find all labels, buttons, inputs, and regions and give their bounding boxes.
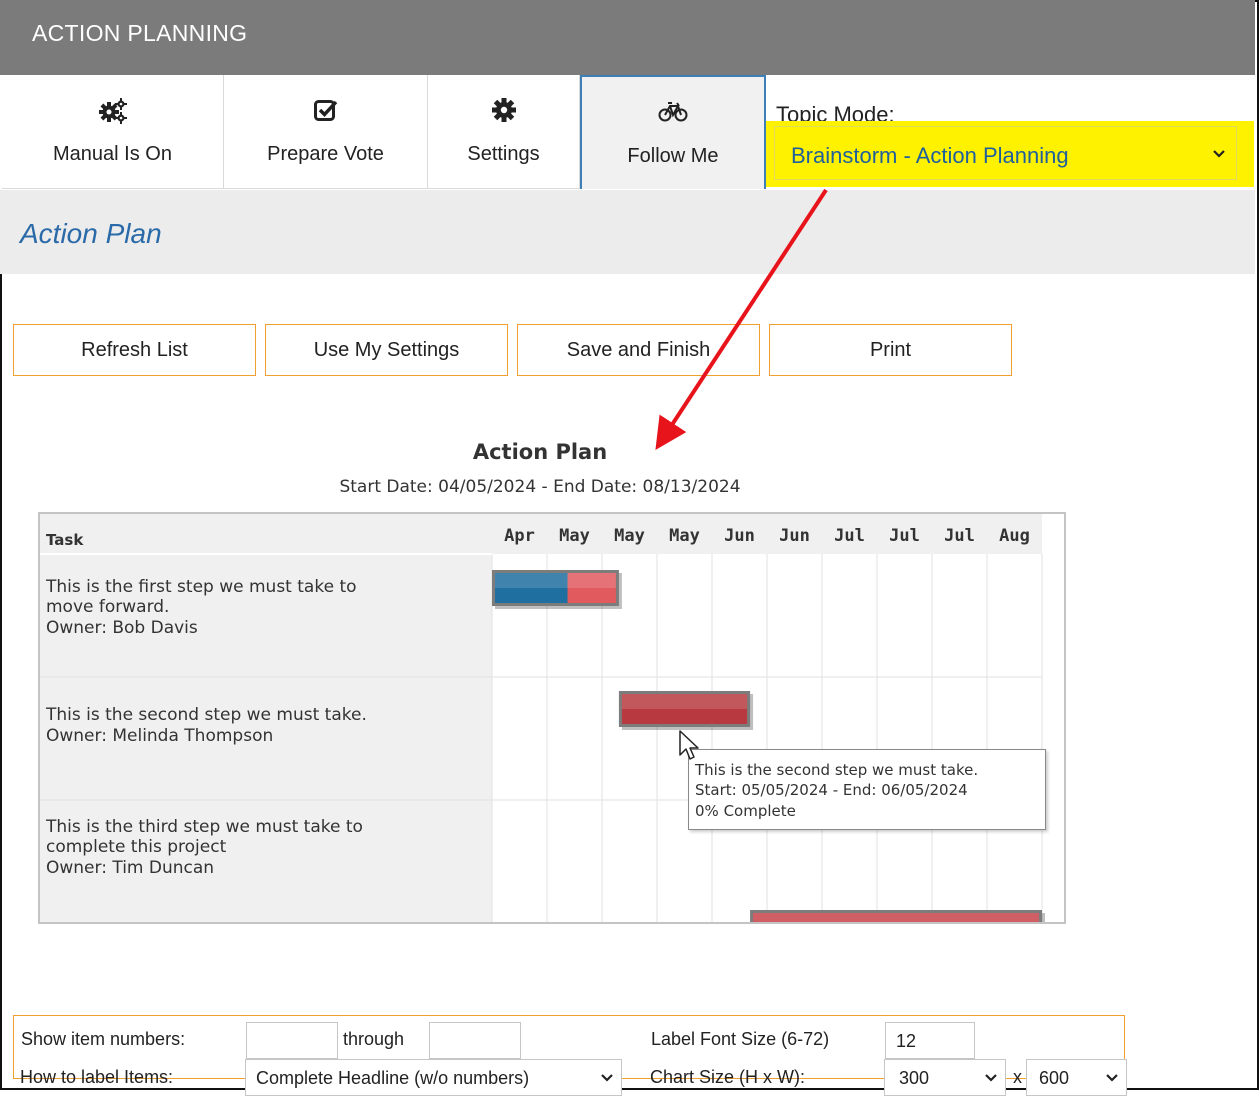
month-header: Jun xyxy=(779,526,810,546)
manual-toggle-button[interactable]: Manual Is On xyxy=(2,75,224,189)
chart-settings-row-2: How to label Items: Complete Headline (w… xyxy=(13,1015,1127,1096)
print-button[interactable]: Print xyxy=(769,324,1012,376)
refresh-list-button[interactable]: Refresh List xyxy=(13,324,256,376)
task-bar-gloss xyxy=(495,573,616,588)
task-bar-gloss xyxy=(753,913,1039,922)
month-header: Apr xyxy=(504,526,535,546)
gears-icon xyxy=(2,97,223,125)
label-items-value: Complete Headline (w/o numbers) xyxy=(256,1068,530,1088)
section-title: Action Plan xyxy=(20,218,162,249)
chevron-down-icon xyxy=(1213,150,1225,158)
chart-subtitle: Start Date: 04/05/2024 - End Date: 08/13… xyxy=(339,477,741,497)
gantt-chart: Task Apr May May May Jun Jun Jul Jul Jul Aug This i… xyxy=(38,512,1066,924)
tooltip-line-1: This is the second step we must take. xyxy=(695,761,979,779)
tooltip-line-2: Start: 05/05/2024 - End: 06/05/2024 xyxy=(695,781,968,799)
prepare-vote-label: Prepare Vote xyxy=(267,143,384,165)
chart-title: Action Plan xyxy=(472,440,608,464)
size-x-label: x xyxy=(1013,1067,1022,1087)
task-label: This is the third step we must take to xyxy=(45,817,363,837)
task-label: Owner: Melinda Thompson xyxy=(46,726,273,746)
topic-mode-highlight: Brainstorm - Action Planning xyxy=(766,121,1254,187)
settings-button[interactable]: Settings xyxy=(428,75,580,189)
chart-tooltip: This is the second step we must take. St… xyxy=(688,749,1046,830)
label-items-select[interactable]: Complete Headline (w/o numbers) xyxy=(245,1059,622,1096)
month-header: Aug xyxy=(999,526,1030,546)
task-label: This is the first step we must take to xyxy=(45,577,357,597)
month-header: Jun xyxy=(724,526,755,546)
month-header: Jul xyxy=(834,526,865,546)
month-header: Jul xyxy=(944,526,975,546)
chart-width-value: 600 xyxy=(1039,1068,1070,1088)
topic-mode-select[interactable]: Brainstorm - Action Planning xyxy=(774,126,1237,180)
month-header: May xyxy=(614,526,645,546)
mouse-cursor-icon xyxy=(679,730,699,760)
chevron-down-icon xyxy=(601,1074,613,1082)
chart-height-select[interactable]: 300 xyxy=(884,1059,1006,1096)
task-bar-gloss xyxy=(621,694,748,709)
task-label: Owner: Tim Duncan xyxy=(46,858,214,878)
gantt-svg: Task Apr May May May Jun Jun Jul Jul Jul Aug This i… xyxy=(40,514,1045,922)
section-header: Action Plan xyxy=(0,190,1255,274)
save-and-finish-button[interactable]: Save and Finish xyxy=(517,324,760,376)
chevron-down-icon xyxy=(985,1074,997,1082)
settings-label: Settings xyxy=(467,143,540,165)
chart-height-value: 300 xyxy=(899,1068,930,1088)
use-my-settings-button[interactable]: Use My Settings xyxy=(265,324,508,376)
task-label: Owner: Bob Davis xyxy=(46,618,198,638)
month-header: May xyxy=(559,526,590,546)
header-bar: ACTION PLANNING xyxy=(0,0,1255,75)
task-label: complete this project xyxy=(46,837,227,857)
header-title: ACTION PLANNING xyxy=(32,20,248,46)
topic-mode-value: Brainstorm - Action Planning xyxy=(791,143,1069,168)
task-label: move forward. xyxy=(46,597,169,617)
label-items-label: How to label Items: xyxy=(20,1067,174,1087)
gear-icon xyxy=(428,97,579,125)
task-label: This is the second step we must take. xyxy=(45,705,367,725)
month-header: May xyxy=(669,526,700,546)
manual-label: Manual Is On xyxy=(53,143,172,165)
tooltip-line-3: 0% Complete xyxy=(695,802,796,820)
chart-size-label: Chart Size (H x W): xyxy=(650,1067,806,1087)
month-header: Jul xyxy=(889,526,920,546)
bicycle-icon xyxy=(582,99,764,127)
checkbox-icon xyxy=(224,97,427,125)
chevron-down-icon xyxy=(1106,1074,1118,1082)
prepare-vote-button[interactable]: Prepare Vote xyxy=(224,75,428,189)
task-header: Task xyxy=(46,531,84,549)
follow-me-label: Follow Me xyxy=(627,145,719,167)
chart-width-select[interactable]: 600 xyxy=(1026,1059,1127,1096)
follow-me-button[interactable]: Follow Me xyxy=(580,75,766,189)
